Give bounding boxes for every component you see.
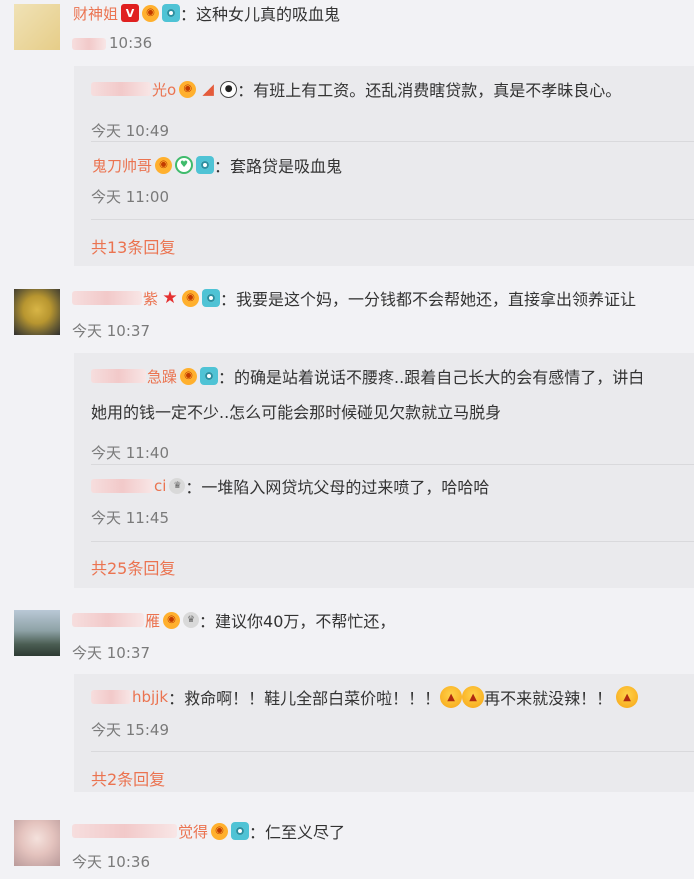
username[interactable]: 急躁 bbox=[147, 366, 177, 387]
username[interactable]: 鬼刀帅哥 bbox=[92, 155, 152, 176]
comment-header: 紫 ★ ◉ ：我要是这个妈，一分钱都不会帮她还，直接拿出领养证让 bbox=[72, 287, 636, 309]
reply-text: ：救命啊！！鞋儿全部白菜价啦！！！ bbox=[168, 689, 441, 708]
username[interactable]: 觉得 bbox=[178, 821, 208, 842]
avatar[interactable] bbox=[14, 289, 60, 335]
camera-badge-icon bbox=[200, 367, 219, 385]
fan-badge-icon: ◉ bbox=[180, 367, 198, 385]
reply-text: ：的确是站着说话不腰疼..跟着自己长大的会有感情了，讲白 bbox=[218, 368, 645, 387]
watermelon-icon: ◢ bbox=[202, 79, 214, 98]
divider bbox=[91, 464, 694, 465]
avatar[interactable] bbox=[14, 820, 60, 866]
camera-badge-icon bbox=[202, 289, 221, 307]
comment-header: 财神姐 V ◉ ：这种女儿真的吸血鬼 bbox=[72, 2, 340, 24]
username-blur bbox=[91, 82, 151, 96]
username[interactable]: hbjjk bbox=[132, 688, 168, 706]
medal-icon: ♛ bbox=[183, 612, 200, 628]
comment-header: 觉得 ◉ ：仁至义尽了 bbox=[72, 820, 345, 842]
laughing-emoji-icon: ▲ bbox=[440, 686, 463, 708]
more-replies-link[interactable]: 共2条回复 bbox=[91, 766, 165, 790]
date-blur bbox=[72, 37, 106, 50]
username-blur bbox=[91, 479, 153, 493]
divider bbox=[91, 541, 694, 542]
comment-time: 今天 10:37 bbox=[72, 644, 150, 662]
camera-badge-icon bbox=[196, 156, 215, 174]
comment-time: 今天 10:36 bbox=[72, 853, 150, 871]
divider bbox=[91, 141, 694, 142]
username-blur bbox=[91, 369, 146, 383]
reply-time: 今天 11:00 bbox=[91, 188, 169, 206]
divider bbox=[91, 219, 694, 220]
username-blur bbox=[72, 824, 177, 838]
username-blur bbox=[72, 291, 142, 305]
username[interactable]: 光o bbox=[152, 79, 176, 100]
username[interactable]: 紫 bbox=[143, 288, 158, 309]
reply-time: 今天 10:49 bbox=[91, 122, 169, 140]
reply-text-tail: 再不来就没辣！！ bbox=[484, 689, 613, 708]
laughing-emoji-icon: ▲ bbox=[616, 686, 639, 708]
username[interactable]: 雁 bbox=[145, 610, 160, 631]
vip-icon: V bbox=[121, 4, 140, 22]
avatar[interactable] bbox=[14, 610, 60, 656]
fan-badge-icon: ◉ bbox=[182, 289, 200, 307]
lottery-badge-icon: ◉ bbox=[163, 611, 181, 629]
medal-icon: ♛ bbox=[169, 478, 186, 494]
comment-text: ：建议你40万，不帮忙还， bbox=[199, 612, 396, 631]
comment-text: ：这种女儿真的吸血鬼 bbox=[180, 5, 341, 24]
reply-box-1: 光o ◉ ◢ ● ：有班上有工资。还乱消费瞎贷款，真是不孝昧良心。 今天 10:… bbox=[74, 66, 694, 266]
more-replies-link[interactable]: 共13条回复 bbox=[91, 234, 175, 258]
divider bbox=[91, 751, 694, 752]
comment-time: 10:36 bbox=[72, 34, 152, 52]
star-icon: ★ bbox=[162, 287, 178, 308]
comment-text: ：我要是这个妈，一分钱都不会帮她还，直接拿出领养证让 bbox=[220, 290, 637, 309]
avatar[interactable] bbox=[14, 4, 60, 50]
camera-badge-icon bbox=[162, 4, 181, 22]
reply-text: ：一堆陷入网贷坑父母的过来喷了，哈哈哈 bbox=[185, 478, 490, 497]
username-blur bbox=[91, 690, 131, 704]
lottery-badge-icon: ◉ bbox=[155, 156, 173, 174]
reply-time: 今天 15:49 bbox=[91, 721, 169, 739]
username[interactable]: ci bbox=[154, 477, 166, 495]
heart-badge-icon: ♥ bbox=[175, 156, 194, 174]
reply-box-2: 急躁 ◉ ：的确是站着说话不腰疼..跟着自己长大的会有感情了，讲白 她用的钱一定… bbox=[74, 353, 694, 588]
reply-time: 今天 11:40 bbox=[91, 444, 169, 462]
reply-text-continued: 她用的钱一定不少..怎么可能会那时候碰见欠款就立马脱身 bbox=[91, 403, 502, 422]
fan-badge-icon: ◉ bbox=[179, 80, 197, 98]
comment-text: ：仁至义尽了 bbox=[249, 823, 346, 842]
comment-time: 今天 10:37 bbox=[72, 322, 150, 340]
lottery-badge-icon: ◉ bbox=[142, 4, 160, 22]
username[interactable]: 财神姐 bbox=[73, 3, 118, 24]
reply-box-3: hbjjk ：救命啊！！鞋儿全部白菜价啦！！！ ▲ ▲ 再不来就没辣！！ ▲ 今… bbox=[74, 674, 694, 792]
comment-header: 雁 ◉ ♛ ：建议你40万，不帮忙还， bbox=[72, 609, 395, 631]
more-replies-link[interactable]: 共25条回复 bbox=[91, 555, 175, 579]
laughing-emoji-icon: ▲ bbox=[462, 686, 485, 708]
camera-badge-icon bbox=[231, 822, 250, 840]
reply-time: 今天 11:45 bbox=[91, 509, 169, 527]
reply-text: ：有班上有工资。还乱消费瞎贷款，真是不孝昧良心。 bbox=[237, 81, 622, 100]
username-blur bbox=[72, 613, 144, 627]
reply-text: ：套路贷是吸血鬼 bbox=[214, 157, 343, 176]
lottery-badge-icon: ◉ bbox=[211, 822, 229, 840]
panda-icon: ● bbox=[220, 80, 238, 98]
